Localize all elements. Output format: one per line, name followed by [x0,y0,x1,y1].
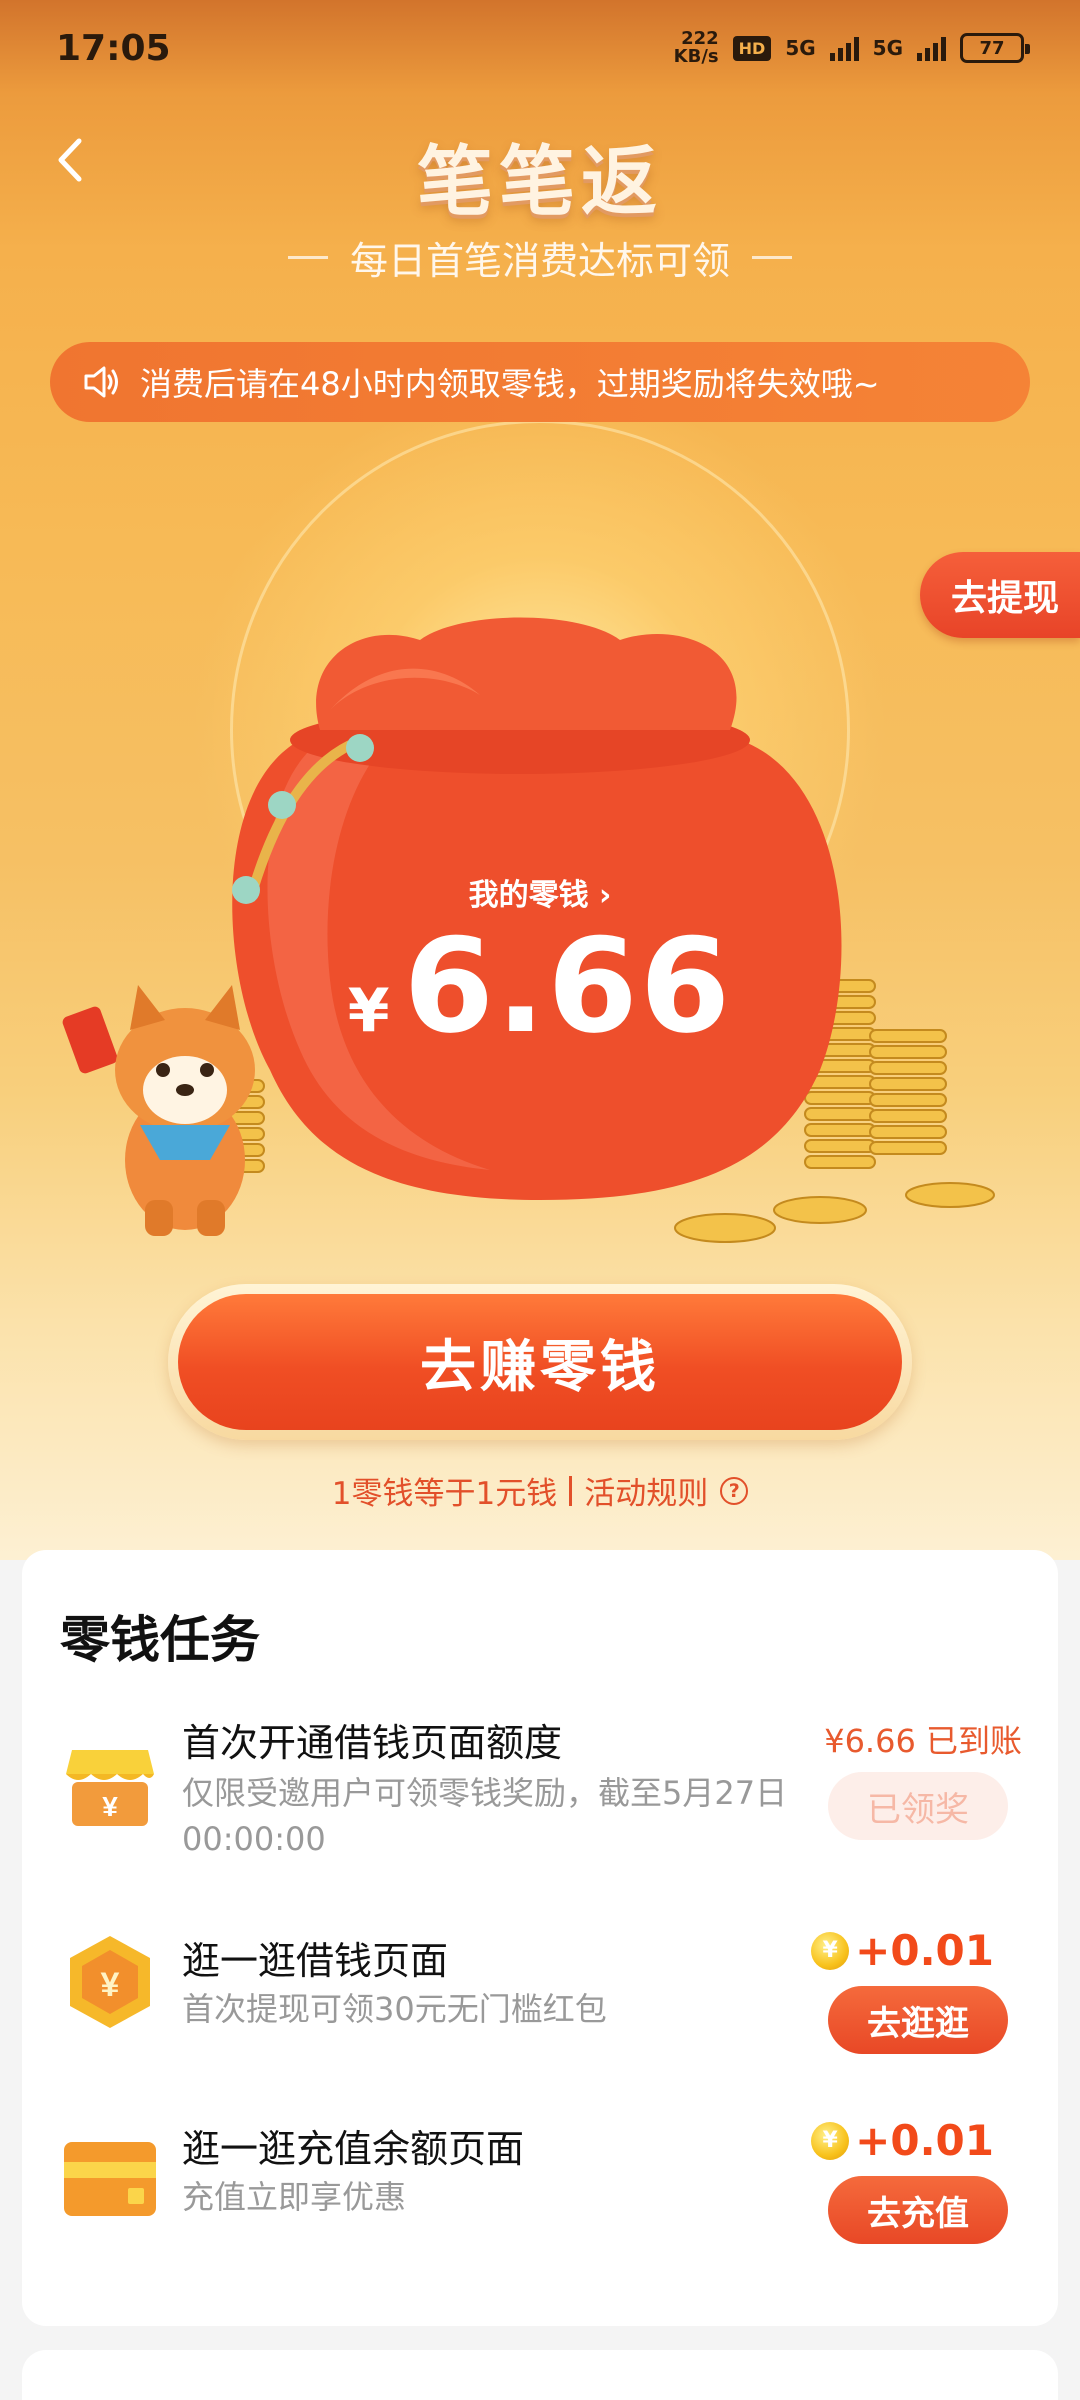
reward-amount: +0.01 [855,1926,994,1975]
help-icon[interactable]: ? [720,1476,749,1505]
hd-badge: HD [732,35,772,61]
earn-change-button[interactable]: 去赚零钱 [178,1294,902,1430]
notice-text: 消费后请在48小时内领取零钱，过期奖励将失效哦~ [140,365,880,403]
rules-row: 1零钱等于1元钱 活动规则 ? [0,1468,1080,1513]
card-icon [64,2142,156,2216]
status-bar: 17:05 222 KB/s HD 5G 5G 77 [0,0,1080,96]
page-subtitle: 每日首笔消费达标可领 [0,230,1080,285]
status-icons: 222 KB/s HD 5G 5G 77 [674,30,1030,66]
notice-banner: 消费后请在48小时内领取零钱，过期奖励将失效哦~ [50,342,1030,422]
balance-amount: ¥ 6.66 [0,910,1080,1062]
subtitle-text: 每日首笔消费达标可领 [349,239,730,283]
task-card-title: 零钱任务 [60,1611,260,1669]
battery-level: 77 [979,37,1005,59]
task-reward: ¥ +0.01 [811,2116,994,2165]
task-reward: ¥6.66 已到账 [824,1722,1022,1760]
my-change-link[interactable]: 我的零钱 › [0,870,1080,914]
reward-amount: +0.01 [855,2116,994,2165]
task-description: 首次提现可领30元无门槛红包 [182,1990,607,2028]
shop-icon: ¥ [66,1750,154,1826]
divider [569,1475,573,1506]
subtitle-dash-left [287,256,328,259]
rules-link[interactable]: 活动规则 [584,1468,708,1513]
subtitle-dash-right [752,256,792,259]
yuan-hexagon-icon: ¥ [70,1936,150,2028]
earn-button-frame: 去赚零钱 [168,1284,912,1440]
network-speed-unit: KB/s [673,46,719,67]
exchange-rate-text: 1零钱等于1元钱 [331,1476,558,1512]
currency-symbol: ¥ [347,976,390,1046]
battery-icon: 77 [960,33,1030,63]
task-description: 充值立即享优惠 [182,2178,407,2216]
network-type-1: 5G [785,36,816,60]
balance-value: 6.66 [403,910,733,1062]
coin-icon: ¥ [811,1931,850,1970]
svg-text:¥: ¥ [102,1791,118,1822]
task-title: 逛一逛充值余额页面 [182,2127,525,2171]
network-type-2: 5G [872,36,903,60]
task-title: 逛一逛借钱页面 [182,1939,449,1983]
browse-button[interactable]: 去逛逛 [828,1986,1008,2054]
page-title: 笔笔返 [417,137,663,226]
hero-section: 17:05 222 KB/s HD 5G 5G 77 笔笔返 每日首笔消费达标可… [0,0,1080,1560]
signal-icon [917,35,946,61]
recharge-button[interactable]: 去充值 [828,2176,1008,2244]
task-description: 仅限受邀用户可领零钱奖励，截至5月27日00:00:00 [182,1774,788,1858]
task-reward: ¥ +0.01 [811,1926,994,1975]
signal-icon [829,35,859,61]
speaker-icon [84,366,118,398]
task-title: 首次开通借钱页面额度 [182,1721,563,1765]
network-speed: 222 KB/s [674,30,719,66]
claimed-button: 已领奖 [828,1772,1008,1840]
next-card-peek [22,2350,1058,2400]
svg-text:¥: ¥ [101,1966,120,2004]
status-time: 17:05 [56,27,171,69]
task-card: 零钱任务 ¥ 首次开通借钱页面额度 仅限受邀用户可领零钱奖励，截至5月27日00… [22,1550,1058,2326]
coin-icon: ¥ [811,2121,850,2160]
